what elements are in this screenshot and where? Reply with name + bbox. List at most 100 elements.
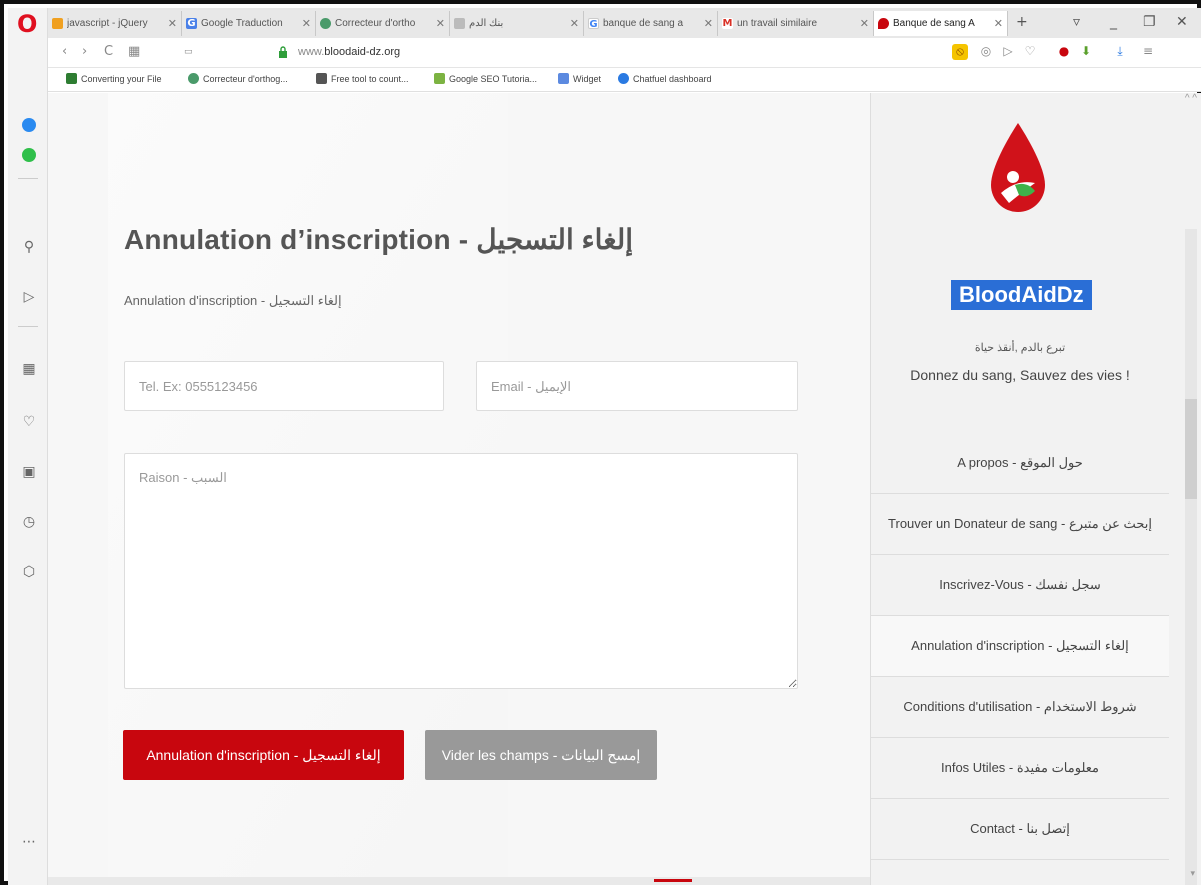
scroll-down-icon[interactable]: ▾ xyxy=(1190,868,1195,879)
menu-item-about[interactable]: A propos - حول الموقع xyxy=(871,433,1169,494)
site-sidebar: BloodAidDz تبرع بالدم ,أنقذ حياة Donnez … xyxy=(870,93,1201,885)
tab-label: Banque de sang A xyxy=(893,18,975,29)
close-window-icon[interactable]: ✕ xyxy=(1176,14,1188,30)
reason-textarea[interactable] xyxy=(124,453,798,689)
close-icon[interactable]: ✕ xyxy=(168,17,177,30)
bookmark-icon xyxy=(434,73,445,84)
tab-bar: javascript - jQuery ✕ G Google Traductio… xyxy=(48,8,1201,38)
bookmark-label: Converting your File xyxy=(81,73,162,84)
page-content: Annulation d’inscription - إلغاء التسجيل… xyxy=(48,93,870,885)
easy-setup-icon[interactable]: ≡ xyxy=(1140,44,1156,60)
menu-item-cancel-registration[interactable]: Annulation d'inscription - إلغاء التسجيل xyxy=(871,616,1169,677)
tab-label: banque de sang a xyxy=(603,18,684,29)
tab-favicon-icon xyxy=(454,18,465,29)
whatsapp-icon[interactable] xyxy=(22,148,36,162)
email-input[interactable] xyxy=(476,361,798,411)
page-footer-strip xyxy=(48,877,870,885)
close-icon[interactable]: ✕ xyxy=(436,17,445,30)
opera-logo-icon[interactable]: O xyxy=(17,10,39,38)
tab[interactable]: بنك الدم ✕ xyxy=(450,11,584,36)
tab[interactable]: M un travail similaire ✕ xyxy=(718,11,874,36)
menu-item-terms[interactable]: Conditions d'utilisation - شروط الاستخدا… xyxy=(871,677,1169,738)
heart-icon[interactable]: ♡ xyxy=(20,413,38,431)
menu-item-useful-info[interactable]: Infos Utiles - معلومات مفيدة xyxy=(871,738,1169,799)
bookmark-icon xyxy=(66,73,77,84)
tab-label: un travail similaire xyxy=(737,18,818,29)
sidebar-divider xyxy=(18,178,38,179)
bookmark-label: Correcteur d'orthog... xyxy=(203,73,288,84)
tab[interactable]: Correcteur d'ortho ✕ xyxy=(316,11,450,36)
close-icon[interactable]: ✕ xyxy=(994,17,1003,30)
tagline-french: Donnez du sang, Sauvez des vies ! xyxy=(910,367,1130,383)
close-icon[interactable]: ✕ xyxy=(302,17,311,30)
speed-dial-icon[interactable]: ▦ xyxy=(20,360,38,378)
opera-sidebar: O ⚲ ▷ ▦ ♡ ▣ ◷ ⬡ ⋯ xyxy=(8,8,48,885)
brand-name[interactable]: BloodAidDz xyxy=(951,280,1092,310)
reload-icon[interactable]: C xyxy=(104,44,113,59)
back-icon[interactable]: ‹ xyxy=(62,44,67,59)
snapshot-icon[interactable]: ◎ xyxy=(978,44,994,60)
menu-item-find-donor[interactable]: Trouver un Donateur de sang - إبحث عن مت… xyxy=(871,494,1169,555)
page-title: Annulation d’inscription - إلغاء التسجيل xyxy=(124,224,634,255)
sidebar-divider xyxy=(18,326,38,327)
blood-drop-logo-icon[interactable] xyxy=(989,123,1047,215)
url-field[interactable]: www.bloodaid-dz.org xyxy=(298,46,400,58)
bookmark-item[interactable]: Correcteur d'orthog... xyxy=(188,73,288,84)
footer-accent xyxy=(654,879,692,882)
breadcrumb: Annulation d'inscription - إلغاء التسجيل xyxy=(124,293,342,308)
extension-download-icon[interactable]: ⬇ xyxy=(1078,44,1094,60)
flow-icon[interactable]: ▷ xyxy=(20,288,38,306)
menu-item-register[interactable]: Inscrivez-Vous - سجل نفسك xyxy=(871,555,1169,616)
bookmark-item[interactable]: Converting your File xyxy=(66,73,162,84)
lock-icon xyxy=(279,46,287,58)
tab-favicon-icon xyxy=(320,18,331,29)
cancel-registration-button[interactable]: Annulation d'inscription - إلغاء التسجيل xyxy=(123,730,404,780)
extension-icon[interactable]: ● xyxy=(1056,44,1072,60)
bookmark-item[interactable]: Free tool to count... xyxy=(316,73,409,84)
sidebar-scrollbar[interactable] xyxy=(1185,229,1197,885)
close-icon[interactable]: ✕ xyxy=(570,17,579,30)
search-icon[interactable]: ⚲ xyxy=(20,238,38,256)
close-icon[interactable]: ✕ xyxy=(860,17,869,30)
bookmark-item[interactable]: Chatfuel dashboard xyxy=(618,73,712,84)
tab-label: Correcteur d'ortho xyxy=(335,18,416,29)
bookmark-icon xyxy=(558,73,569,84)
bookmark-label: Google SEO Tutoria... xyxy=(449,73,538,84)
menu-item-contact[interactable]: Contact - إتصل بنا xyxy=(871,799,1169,860)
close-icon[interactable]: ✕ xyxy=(704,17,713,30)
news-icon[interactable]: ▣ xyxy=(20,463,38,481)
bookmark-item[interactable]: Widget xyxy=(558,73,601,84)
tab-favicon-icon: G xyxy=(588,18,599,30)
bookmark-icon xyxy=(316,73,327,84)
tagline-arabic: تبرع بالدم ,أنقذ حياة xyxy=(974,342,1066,354)
bookmark-icon xyxy=(618,73,629,84)
more-icon[interactable]: ⋯ xyxy=(20,833,38,851)
forward-icon[interactable]: › xyxy=(82,44,87,59)
new-tab-button[interactable]: + xyxy=(1016,14,1028,30)
maximize-icon[interactable]: ❐ xyxy=(1143,14,1156,30)
bookmark-heart-icon[interactable]: ♡ xyxy=(1022,44,1038,60)
clear-fields-button[interactable]: Vider les champs - إمسح البيانات xyxy=(425,730,657,780)
messenger-icon[interactable] xyxy=(22,118,36,132)
scrollbar-thumb[interactable] xyxy=(1185,399,1197,499)
bookmark-label: Widget xyxy=(573,73,602,84)
bookmark-item[interactable]: Google SEO Tutoria... xyxy=(434,73,537,84)
send-icon[interactable]: ▷ xyxy=(1000,44,1016,60)
extensions-icon[interactable]: ⬡ xyxy=(20,563,38,581)
minimize-icon[interactable]: _ xyxy=(1110,14,1117,30)
download-icon[interactable]: ⤓ xyxy=(1112,44,1128,60)
tab[interactable]: javascript - jQuery ✕ xyxy=(48,11,182,36)
scroll-up-icon[interactable]: ^ ^ xyxy=(1185,93,1197,104)
tab-label: بنك الدم xyxy=(469,18,504,29)
history-icon[interactable]: ◷ xyxy=(20,513,38,531)
tab-label: javascript - jQuery xyxy=(67,18,148,29)
tab-active[interactable]: Banque de sang A ✕ xyxy=(874,11,1008,36)
tab[interactable]: G banque de sang a ✕ xyxy=(584,11,718,36)
tab-menu-icon[interactable]: ▿ xyxy=(1073,14,1080,30)
speed-dial-icon[interactable]: ▦ xyxy=(128,44,140,59)
tab-label: Google Traduction xyxy=(201,18,283,29)
bookmarks-bar: Converting your File Correcteur d'orthog… xyxy=(48,68,1201,92)
adblock-icon[interactable]: ⦸ xyxy=(952,44,968,60)
tel-input[interactable] xyxy=(124,361,444,411)
tab[interactable]: G Google Traduction ✕ xyxy=(182,11,316,36)
